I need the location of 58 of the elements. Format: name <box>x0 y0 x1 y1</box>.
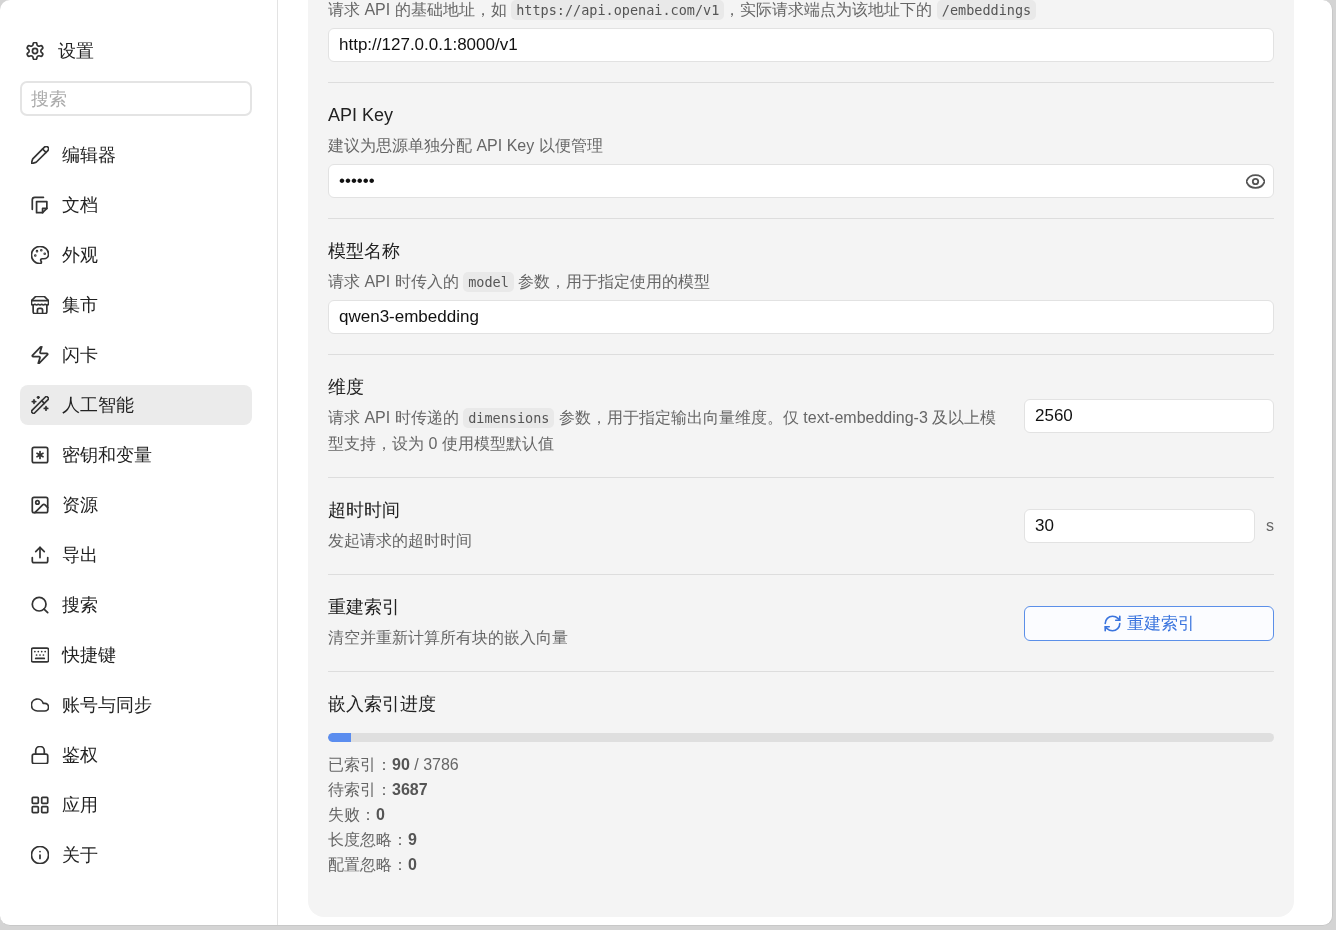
asterisk-square-icon <box>31 446 49 464</box>
stat-text: 已索引：90 / 3786 <box>328 755 460 775</box>
section-title: 模型名称 <box>328 240 401 263</box>
store-icon <box>31 296 49 314</box>
sidebar-item[interactable]: 导出 <box>20 535 252 575</box>
pencil-icon <box>31 146 49 164</box>
magic-wand-icon <box>31 396 49 414</box>
eye-icon[interactable] <box>1246 171 1265 191</box>
search-icon <box>31 596 49 614</box>
settings-icon <box>26 42 44 60</box>
refresh-icon <box>1103 614 1121 632</box>
section-description: 请求 API 的基础地址，如 https://api.openai.com/v1 ，实际请求端点为该地址下的 /embeddings <box>328 0 1274 23</box>
sidebar-item[interactable]: 应用 <box>20 785 252 825</box>
input-field[interactable]: http://127.0.0.1:8000/v1 <box>328 28 1274 62</box>
section-title: 嵌入索引进度 <box>328 693 437 716</box>
stat-text: 失败：0 <box>328 805 386 825</box>
sidebar-item[interactable]: 资源 <box>20 485 252 525</box>
info-icon <box>31 846 49 864</box>
unit-label: s <box>1266 517 1274 535</box>
sidebar-item[interactable]: 鉴权 <box>20 735 252 775</box>
stat-text: 长度忽略：9 <box>328 830 418 850</box>
section-description: 清空并重新计算所有块的嵌入向量 <box>328 628 569 648</box>
section-title: 维度 <box>328 376 365 399</box>
password-field[interactable]: •••••• <box>328 164 1274 198</box>
documents-icon <box>31 196 49 214</box>
sidebar-item[interactable]: 搜索 <box>20 585 252 625</box>
section-title: API Key <box>328 104 395 127</box>
sidebar-item[interactable]: 关于 <box>20 835 252 875</box>
sidebar-item[interactable]: 人工智能 <box>20 385 252 425</box>
palette-icon <box>31 246 49 264</box>
settings-title: 设置 <box>58 40 94 63</box>
section-title: 重建索引 <box>328 596 401 619</box>
section-description: 发起请求的超时时间 <box>328 531 473 551</box>
number-field[interactable]: 30 <box>1024 509 1255 543</box>
lock-icon <box>31 746 49 764</box>
section-description: 请求 API 时传入的 model 参数，用于指定使用的模型 <box>328 271 712 294</box>
image-icon <box>31 496 49 514</box>
input-field[interactable]: 2560 <box>1024 399 1274 433</box>
lightning-icon <box>31 346 49 364</box>
keyboard-icon <box>31 646 49 664</box>
sidebar-item[interactable]: 闪卡 <box>20 335 252 375</box>
input-field[interactable]: qwen3-embedding <box>328 300 1274 334</box>
section-title: 超时时间 <box>328 499 401 522</box>
rebuild-index-button[interactable]: 重建索引 <box>1024 605 1274 641</box>
sidebar-item[interactable]: 密钥和变量 <box>20 435 252 475</box>
stat-text: 配置忽略：0 <box>328 855 418 875</box>
upload-icon <box>31 546 49 564</box>
sidebar-item[interactable]: 外观 <box>20 235 252 275</box>
stat-text: 待索引：3687 <box>328 780 429 800</box>
section-description: 建议为思源单独分配 API Key 以便管理 <box>328 136 604 156</box>
grid-icon <box>31 796 49 814</box>
sidebar-item[interactable]: 账号与同步 <box>20 685 252 725</box>
sidebar-item[interactable]: 快捷键 <box>20 635 252 675</box>
sidebar-item[interactable]: 集市 <box>20 285 252 325</box>
cloud-icon <box>31 696 49 714</box>
section-description: 请求 API 时传递的 dimensions 参数，用于指定输出向量维度。仅 text-embedding-3 及以上模型支持，设为 0 使用模型默认值 <box>328 407 998 454</box>
sidebar-item[interactable]: 编辑器 <box>20 135 252 175</box>
sidebar-item[interactable]: 文档 <box>20 185 252 225</box>
